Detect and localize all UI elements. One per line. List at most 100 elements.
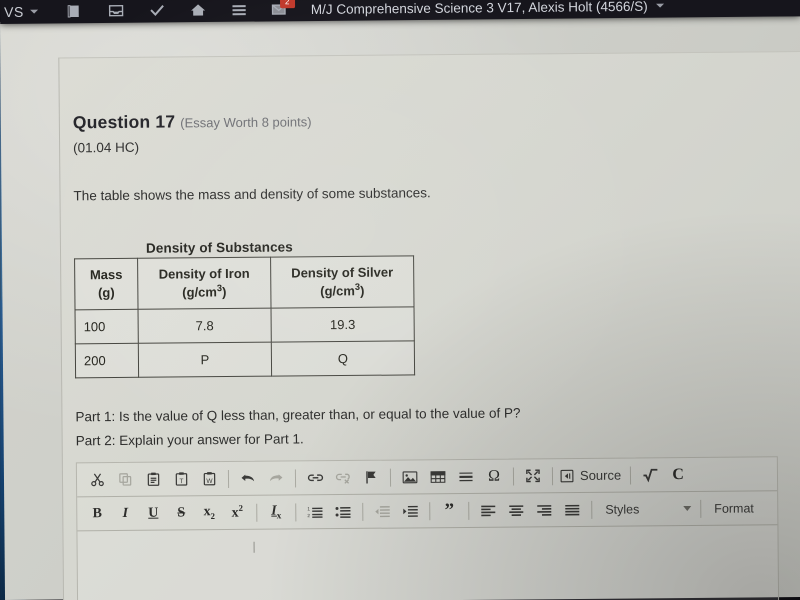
superscript-icon[interactable]: x2: [223, 499, 251, 525]
header-mass-line1: Mass: [90, 267, 123, 282]
bold-icon[interactable]: B: [83, 501, 111, 527]
format-label: Format: [714, 501, 754, 515]
blockquote-icon[interactable]: ”: [435, 497, 463, 523]
toolbar-separator: [468, 501, 469, 519]
table-row: 100 7.8 19.3: [75, 307, 414, 344]
question-part-2: Part 2: Explain your answer for Part 1.: [76, 431, 304, 448]
italic-icon[interactable]: I: [111, 500, 139, 526]
cut-icon[interactable]: [83, 467, 111, 493]
toolbar-separator: [591, 500, 592, 518]
strikethrough-glyph: S: [177, 505, 185, 521]
bold-glyph: B: [93, 506, 102, 522]
text-cursor: [254, 542, 255, 553]
remove-format-icon[interactable]: Ix: [262, 499, 290, 525]
svg-text:T: T: [179, 478, 183, 485]
numbered-list-icon[interactable]: 1 2: [301, 499, 329, 525]
strikethrough-icon[interactable]: S: [167, 500, 195, 526]
toolbar-separator: [256, 503, 257, 521]
svg-text:1: 1: [307, 506, 310, 511]
toolbar-separator: [228, 470, 229, 488]
styles-label: Styles: [605, 502, 639, 516]
table-header-row: Mass (g) Density of Iron (g/cm3) Density…: [75, 256, 414, 310]
header-mass-line2: (g): [98, 285, 115, 300]
link-icon[interactable]: [301, 465, 329, 491]
subscript-icon[interactable]: x2: [195, 500, 223, 526]
special-character-icon[interactable]: Ω: [480, 463, 508, 489]
cell-mass-1: 100: [75, 309, 138, 344]
inbox-icon[interactable]: [107, 3, 125, 19]
toolbar-separator: [429, 502, 430, 520]
omega-glyph: Ω: [488, 467, 500, 485]
toolbar-separator: [295, 469, 296, 487]
flvs-logo[interactable]: VS: [4, 4, 38, 20]
header-iron-unit-post: ): [222, 285, 226, 300]
density-table: Mass (g) Density of Iron (g/cm3) Density…: [74, 255, 415, 378]
subscript-glyph: x2: [204, 504, 215, 521]
maximize-icon[interactable]: [519, 463, 547, 489]
column-header-density-silver: Density of Silver (g/cm3): [271, 256, 414, 308]
styles-dropdown[interactable]: Styles: [597, 496, 695, 521]
superscript-glyph: x2: [232, 503, 244, 522]
align-right-icon[interactable]: [530, 497, 558, 523]
screenshot-root: Question 17(Essay Worth 8 points) (01.04…: [0, 0, 800, 600]
table-caption: Density of Substances: [146, 239, 293, 255]
browser-page-body: Question 17(Essay Worth 8 points) (01.04…: [0, 15, 800, 600]
answer-textarea[interactable]: [77, 525, 778, 600]
top-nav-icons: 2: [66, 1, 289, 19]
cell-silver-1: 19.3: [271, 307, 414, 342]
book-icon[interactable]: [66, 3, 84, 19]
svg-text:2: 2: [307, 513, 310, 518]
chemistry-glyph: C: [672, 466, 684, 484]
anchor-flag-icon[interactable]: [357, 464, 385, 490]
cell-silver-2: Q: [271, 341, 414, 376]
question-prompt: The table shows the mass and density of …: [73, 185, 430, 203]
paste-icon[interactable]: [139, 466, 167, 492]
question-header: Question 17(Essay Worth 8 points): [73, 110, 312, 133]
hamburger-menu-icon[interactable]: [230, 2, 248, 18]
bulleted-list-icon[interactable]: [329, 498, 357, 524]
question-part-1: Part 1: Is the value of Q less than, gre…: [75, 405, 520, 424]
rich-text-editor: T W: [76, 456, 779, 600]
horizontal-rule-icon[interactable]: [452, 463, 480, 489]
chevron-down-icon: [656, 4, 664, 8]
envelope-icon[interactable]: 2: [271, 1, 289, 17]
course-selector[interactable]: M/J Comprehensive Science 3 V17, Alexis …: [311, 0, 664, 17]
paste-as-text-icon[interactable]: T: [167, 466, 195, 492]
outdent-icon[interactable]: [368, 498, 396, 524]
align-left-icon[interactable]: [474, 497, 502, 523]
check-icon[interactable]: [148, 2, 166, 18]
toolbar-separator: [700, 499, 701, 517]
message-count-badge: 2: [280, 0, 295, 8]
source-button[interactable]: Source: [558, 462, 625, 489]
align-center-icon[interactable]: [502, 497, 530, 523]
table-row: 200 P Q: [75, 341, 414, 378]
unlink-icon[interactable]: [329, 464, 357, 490]
chevron-down-icon: [30, 10, 38, 14]
assignment-content-card: Question 17(Essay Worth 8 points) (01.04…: [58, 51, 800, 600]
format-dropdown[interactable]: Format: [706, 495, 800, 520]
underline-icon[interactable]: U: [139, 500, 167, 526]
paste-from-word-icon[interactable]: W: [195, 466, 223, 492]
cell-iron-2: P: [138, 342, 271, 377]
toolbar-separator: [552, 467, 553, 485]
redo-icon[interactable]: [262, 465, 290, 491]
column-header-density-iron: Density of Iron (g/cm3): [138, 257, 271, 309]
image-icon[interactable]: [396, 464, 424, 490]
toolbar-separator: [630, 466, 631, 484]
square-root-icon[interactable]: [636, 462, 664, 488]
svg-text:W: W: [206, 478, 213, 485]
cell-mass-2: 200: [75, 343, 138, 378]
indent-icon[interactable]: [396, 498, 424, 524]
chevron-down-icon: [683, 506, 691, 511]
italic-glyph: I: [122, 505, 128, 521]
source-label: Source: [580, 468, 621, 483]
undo-icon[interactable]: [234, 465, 262, 491]
justify-icon[interactable]: [558, 496, 586, 522]
home-icon[interactable]: [189, 2, 207, 18]
table-icon[interactable]: [424, 464, 452, 490]
question-worth: (Essay Worth 8 points): [180, 114, 311, 130]
chemistry-icon[interactable]: C: [664, 461, 692, 487]
toolbar-separator: [295, 503, 296, 521]
header-iron-unit-pre: (g/cm: [182, 285, 217, 300]
copy-icon[interactable]: [111, 466, 139, 492]
